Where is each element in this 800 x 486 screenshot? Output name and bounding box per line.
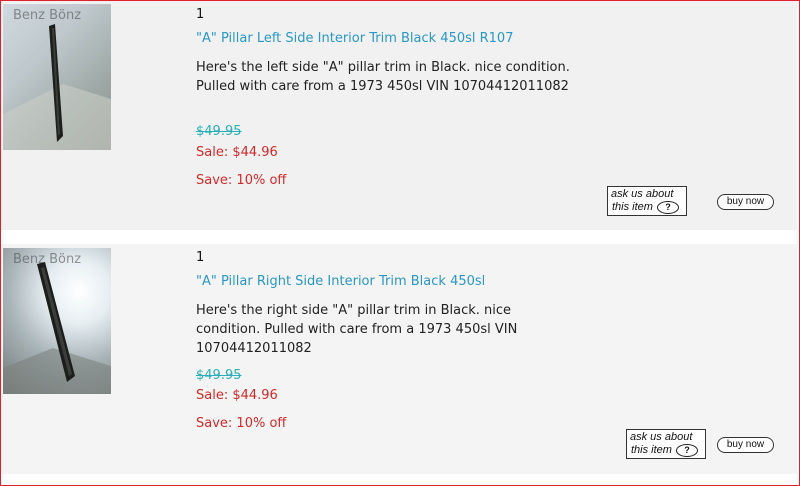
pillar-trim-image [3,24,111,150]
ask-about-item-button[interactable]: ask us about this item ? [626,429,706,459]
ask-label-line1: ask us about [611,188,674,200]
product-thumbnail[interactable]: Benz Bönz [3,4,111,150]
pillar-trim-image [3,262,111,394]
product-thumbnail[interactable]: Benz Bönz [3,248,111,394]
quantity: 1 [196,250,205,265]
buy-now-button[interactable]: buy now [717,437,774,453]
product-title-link[interactable]: "A" Pillar Left Side Interior Trim Black… [196,31,513,46]
ask-label-line2: this item [631,444,672,456]
product-description: Here's the right side "A" pillar trim in… [196,303,518,356]
watermark-text: Benz Bönz [13,8,82,23]
original-price: $49.95 [196,368,242,383]
ask-about-item-button[interactable]: ask us about this item ? [607,186,687,216]
original-price: $49.95 [196,124,242,139]
product-description: Here's the left side "A" pillar trim in … [196,60,570,94]
quantity: 1 [196,7,205,22]
ask-label-line1: ask us about [630,431,693,443]
savings-text: Save: 10% off [196,416,287,431]
question-mark-icon: ? [656,201,679,214]
sale-price: Sale: $44.96 [196,388,278,403]
watermark-text: Benz Bönz [13,252,82,267]
buy-now-button[interactable]: buy now [717,194,774,210]
product-row: Benz Bönz 1 "A" Pillar Left Side Interio… [1,1,797,230]
question-mark-icon: ? [675,444,698,457]
ask-label-line2: this item [612,201,653,213]
sale-price: Sale: $44.96 [196,145,278,160]
savings-text: Save: 10% off [196,173,287,188]
product-title-link[interactable]: "A" Pillar Right Side Interior Trim Blac… [196,274,485,289]
product-row: Benz Bönz 1 "A" Pillar Right Side Interi… [1,244,797,474]
